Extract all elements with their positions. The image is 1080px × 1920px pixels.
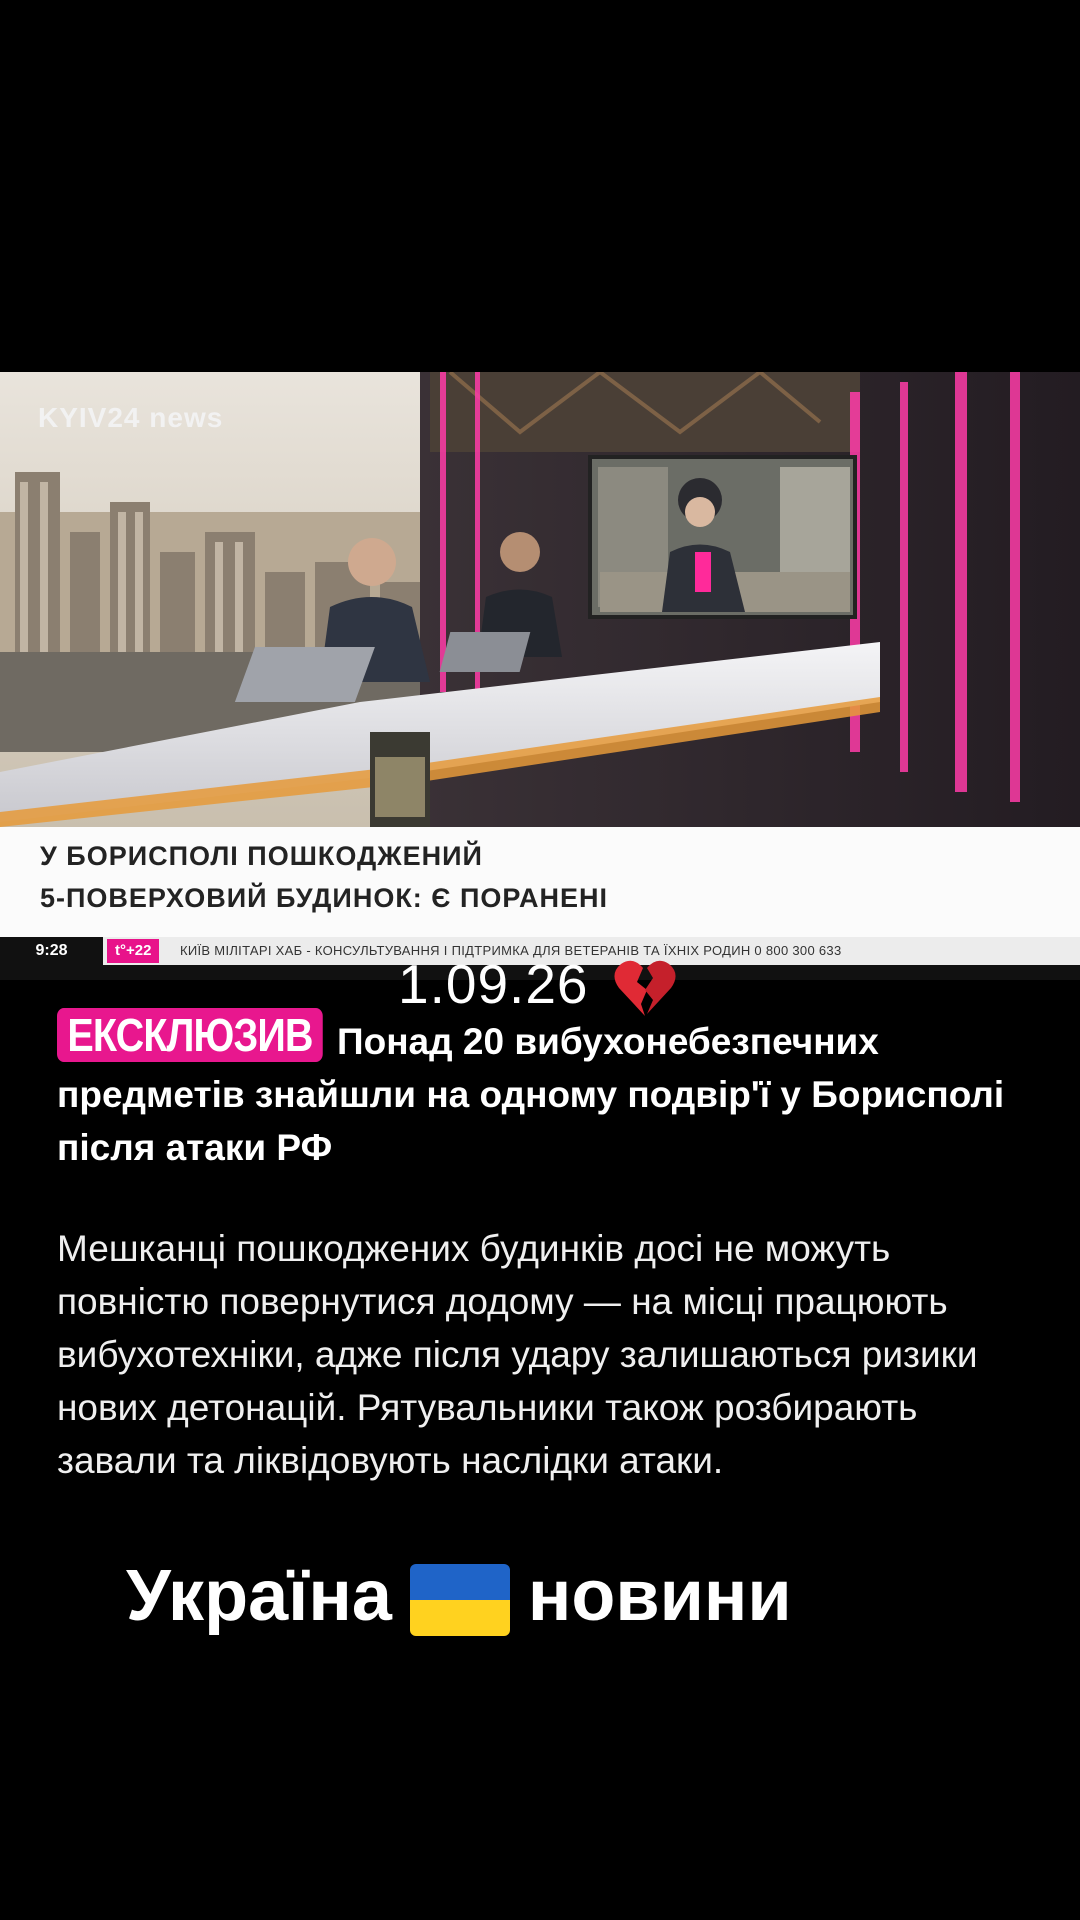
footer-left-text: Україна: [126, 1556, 392, 1636]
broken-heart-icon: [614, 960, 676, 1016]
news-broadcast-frame: KYIV24 news У БОРИСПОЛІ ПОШКОДЖЕНИЙ 5-ПО…: [0, 372, 1080, 980]
ticker-temperature: t°+22: [107, 939, 160, 963]
ukraine-flag-icon: [409, 1564, 510, 1636]
banner-line-2: 5-ПОВЕРХОВИЙ БУДИНОК: Є ПОРАНЕНІ: [40, 883, 609, 913]
footer-right-text: новини: [527, 1556, 792, 1636]
ticker-time: 9:28: [0, 937, 103, 965]
banner-line-1: У БОРИСПОЛІ ПОШКОДЖЕНИЙ: [40, 841, 483, 871]
headline-banner: У БОРИСПОЛІ ПОШКОДЖЕНИЙ 5-ПОВЕРХОВИЙ БУД…: [0, 827, 1080, 937]
post-body: Мешканці пошкоджених будинків досі не мо…: [57, 1228, 978, 1481]
post-date: 1.09.26: [398, 953, 589, 1015]
studio-scene-image: [0, 372, 1080, 827]
post-headline: Понад 20 вибухонебезпечних предметів зна…: [57, 1021, 1005, 1168]
channel-logo: KYIV24 news: [38, 402, 224, 433]
footer-caption: Україна новини: [126, 1555, 792, 1637]
